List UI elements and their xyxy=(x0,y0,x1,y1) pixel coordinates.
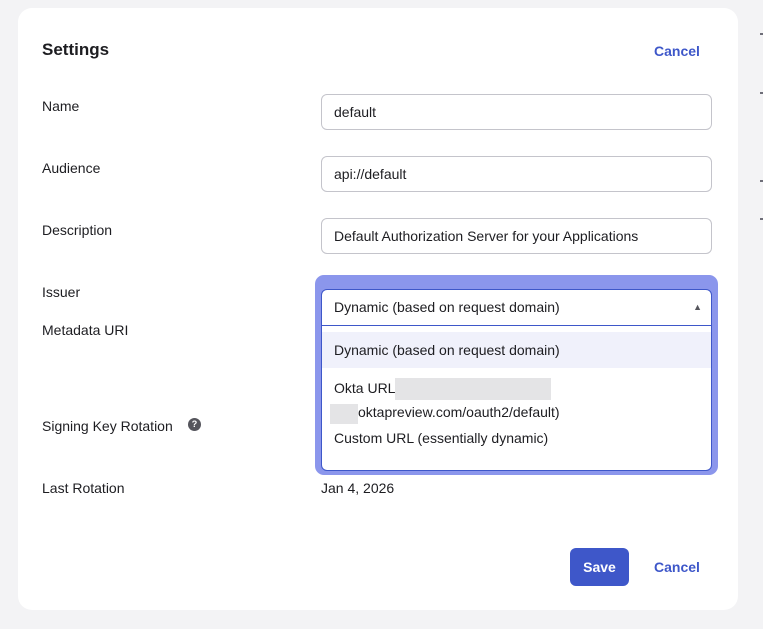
issuer-label: Issuer xyxy=(42,284,81,300)
description-input-value: Default Authorization Server for your Ap… xyxy=(334,228,639,244)
okta-url-label: Okta URL xyxy=(334,380,396,396)
cancel-link-top[interactable]: Cancel xyxy=(654,43,700,59)
metadata-uri-label: Metadata URI xyxy=(42,322,129,338)
question-circle-icon[interactable]: ? xyxy=(188,418,201,431)
settings-card: Settings Cancel Name default Audience ap… xyxy=(18,8,738,610)
last-rotation-label: Last Rotation xyxy=(42,480,125,496)
audience-input[interactable]: api://default xyxy=(321,156,712,192)
save-button[interactable]: Save xyxy=(570,548,629,586)
issuer-option-custom-url[interactable]: Custom URL (essentially dynamic) xyxy=(322,420,711,456)
issuer-option-dynamic[interactable]: Dynamic (based on request domain) xyxy=(322,332,711,368)
name-input-value: default xyxy=(334,104,377,120)
name-label: Name xyxy=(42,98,80,114)
last-rotation-value: Jan 4, 2026 xyxy=(321,480,395,496)
issuer-select[interactable]: Dynamic (based on request domain) ▲ Dyna… xyxy=(321,289,712,471)
audience-label: Audience xyxy=(42,160,101,176)
audience-input-value: api://default xyxy=(334,166,407,182)
page-title: Settings xyxy=(42,40,110,59)
issuer-options-list: Dynamic (based on request domain) Okta U… xyxy=(322,326,711,456)
issuer-selected-value: Dynamic (based on request domain) xyxy=(334,299,560,315)
okta-url-suffix: oktapreview.com/oauth2/default) xyxy=(358,404,560,421)
cancel-link-bottom[interactable]: Cancel xyxy=(654,559,700,575)
page: Settings Cancel Name default Audience ap… xyxy=(0,0,763,629)
caret-up-icon: ▲ xyxy=(693,302,702,312)
signing-key-rotation-label: Signing Key Rotation xyxy=(42,418,173,434)
redacted-block xyxy=(395,378,552,401)
description-input[interactable]: Default Authorization Server for your Ap… xyxy=(321,218,712,254)
issuer-select-current[interactable]: Dynamic (based on request domain) ▲ xyxy=(322,290,711,326)
issuer-option-okta-url[interactable]: Okta URL oktapreview.com/oauth2/default) xyxy=(322,368,711,424)
name-input[interactable]: default xyxy=(321,94,712,130)
description-label: Description xyxy=(42,222,113,238)
